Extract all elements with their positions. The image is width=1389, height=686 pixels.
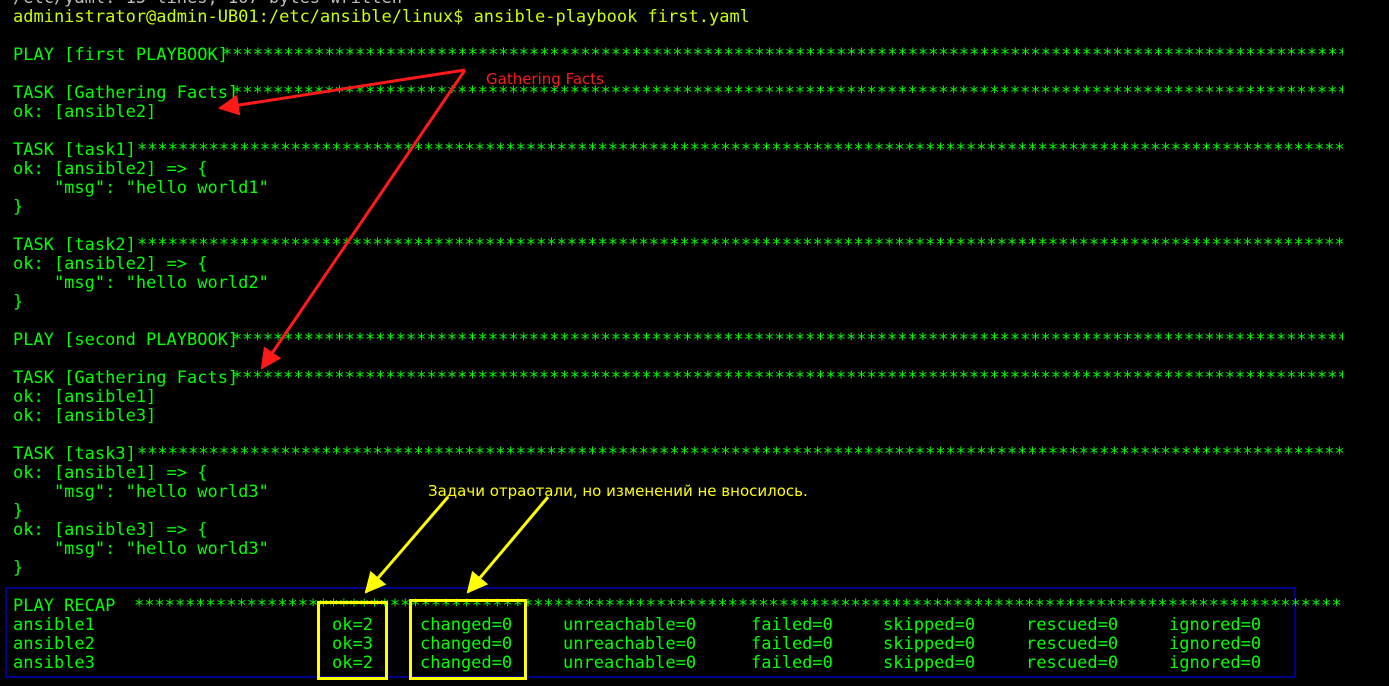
terminal-line-brace: }	[13, 197, 24, 217]
recap-unreachable-cell: unreachable=0	[563, 653, 697, 673]
terminal-line-msg-hello-world3: "msg": "hello world3"	[13, 539, 269, 559]
terminal-line-brace: }	[13, 558, 24, 578]
red-arrow-to-second-gathering	[260, 69, 467, 370]
terminal-stars: ****************************************…	[137, 236, 1343, 255]
annotation-gathering-facts: Gathering Facts	[486, 70, 604, 88]
terminal-line-task-task2: TASK [task2]	[13, 235, 136, 255]
terminal-stars: ****************************************…	[232, 331, 1343, 350]
terminal-stars: ****************************************…	[137, 445, 1343, 464]
recap-skipped-cell: skipped=0	[883, 653, 976, 673]
recap-rescued-cell: rescued=0	[1026, 634, 1119, 654]
annotation-tasks-note: Задачи отраотали, но изменений не вносил…	[428, 482, 808, 500]
recap-rescued-cell: rescued=0	[1026, 653, 1119, 673]
terminal-line-msg-hello-world1: "msg": "hello world1"	[13, 178, 269, 198]
recap-host-cell: ansible1	[13, 615, 95, 635]
yellow-arrow-to-changed	[466, 496, 550, 594]
terminal-line-ok-ansible3: ok: [ansible3] => {	[13, 520, 208, 540]
recap-rescued-cell: rescued=0	[1026, 615, 1119, 635]
changed-highlight-box	[409, 599, 527, 680]
recap-unreachable-cell: unreachable=0	[563, 615, 697, 635]
terminal-line-ok-ansible1: ok: [ansible1]	[13, 387, 157, 407]
recap-host-cell: ansible3	[13, 653, 95, 673]
recap-header-label: PLAY RECAP	[13, 596, 116, 616]
recap-failed-cell: failed=0	[751, 634, 833, 654]
terminal-prompt-line[interactable]: administrator@admin-UB01:/etc/ansible/li…	[13, 8, 750, 27]
terminal-line-ok-ansible2: ok: [ansible2] => {	[13, 254, 208, 274]
recap-ignored-cell: ignored=0	[1169, 615, 1262, 635]
terminal-line-task-task1: TASK [task1]	[13, 140, 136, 160]
yellow-arrow-to-ok	[364, 496, 450, 594]
terminal-line-brace: }	[13, 292, 24, 312]
terminal-stars: ****************************************…	[137, 141, 1343, 160]
recap-skipped-cell: skipped=0	[883, 615, 976, 635]
terminal-stars: ****************************************…	[222, 46, 1343, 65]
terminal-line-ok-ansible2: ok: [ansible2] => {	[13, 159, 208, 179]
terminal-line-brace: }	[13, 501, 24, 521]
terminal-line-play-first-playbook: PLAY [first PLAYBOOK]	[13, 45, 228, 65]
recap-skipped-cell: skipped=0	[883, 634, 976, 654]
recap-ignored-cell: ignored=0	[1169, 634, 1262, 654]
recap-unreachable-cell: unreachable=0	[563, 634, 697, 654]
recap-stars: ****************************************…	[134, 597, 1343, 616]
recap-ignored-cell: ignored=0	[1169, 653, 1262, 673]
terminal-line-play-second-playbook: PLAY [second PLAYBOOK]	[13, 330, 239, 350]
terminal-line-ok-ansible2: ok: [ansible2]	[13, 102, 157, 122]
terminal-line-ok-ansible3: ok: [ansible3]	[13, 406, 157, 426]
terminal-line-msg-hello-world2: "msg": "hello world2"	[13, 273, 269, 293]
ok-highlight-box	[317, 601, 388, 680]
recap-host-cell: ansible2	[13, 634, 95, 654]
terminal-line-task-gathering-facts: TASK [Gathering Facts]	[13, 368, 239, 388]
terminal-line-msg-hello-world3: "msg": "hello world3"	[13, 482, 269, 502]
recap-header: PLAY RECAP	[13, 597, 115, 616]
terminal-stars: ****************************************…	[232, 369, 1343, 388]
recap-failed-cell: failed=0	[751, 653, 833, 673]
terminal-stars: ****************************************…	[232, 84, 1343, 103]
terminal-line-task-task3: TASK [task3]	[13, 444, 136, 464]
terminal-line-ok-ansible1: ok: [ansible1] => {	[13, 463, 208, 483]
terminal-line-task-gathering-facts: TASK [Gathering Facts]	[13, 83, 239, 103]
recap-failed-cell: failed=0	[751, 615, 833, 635]
